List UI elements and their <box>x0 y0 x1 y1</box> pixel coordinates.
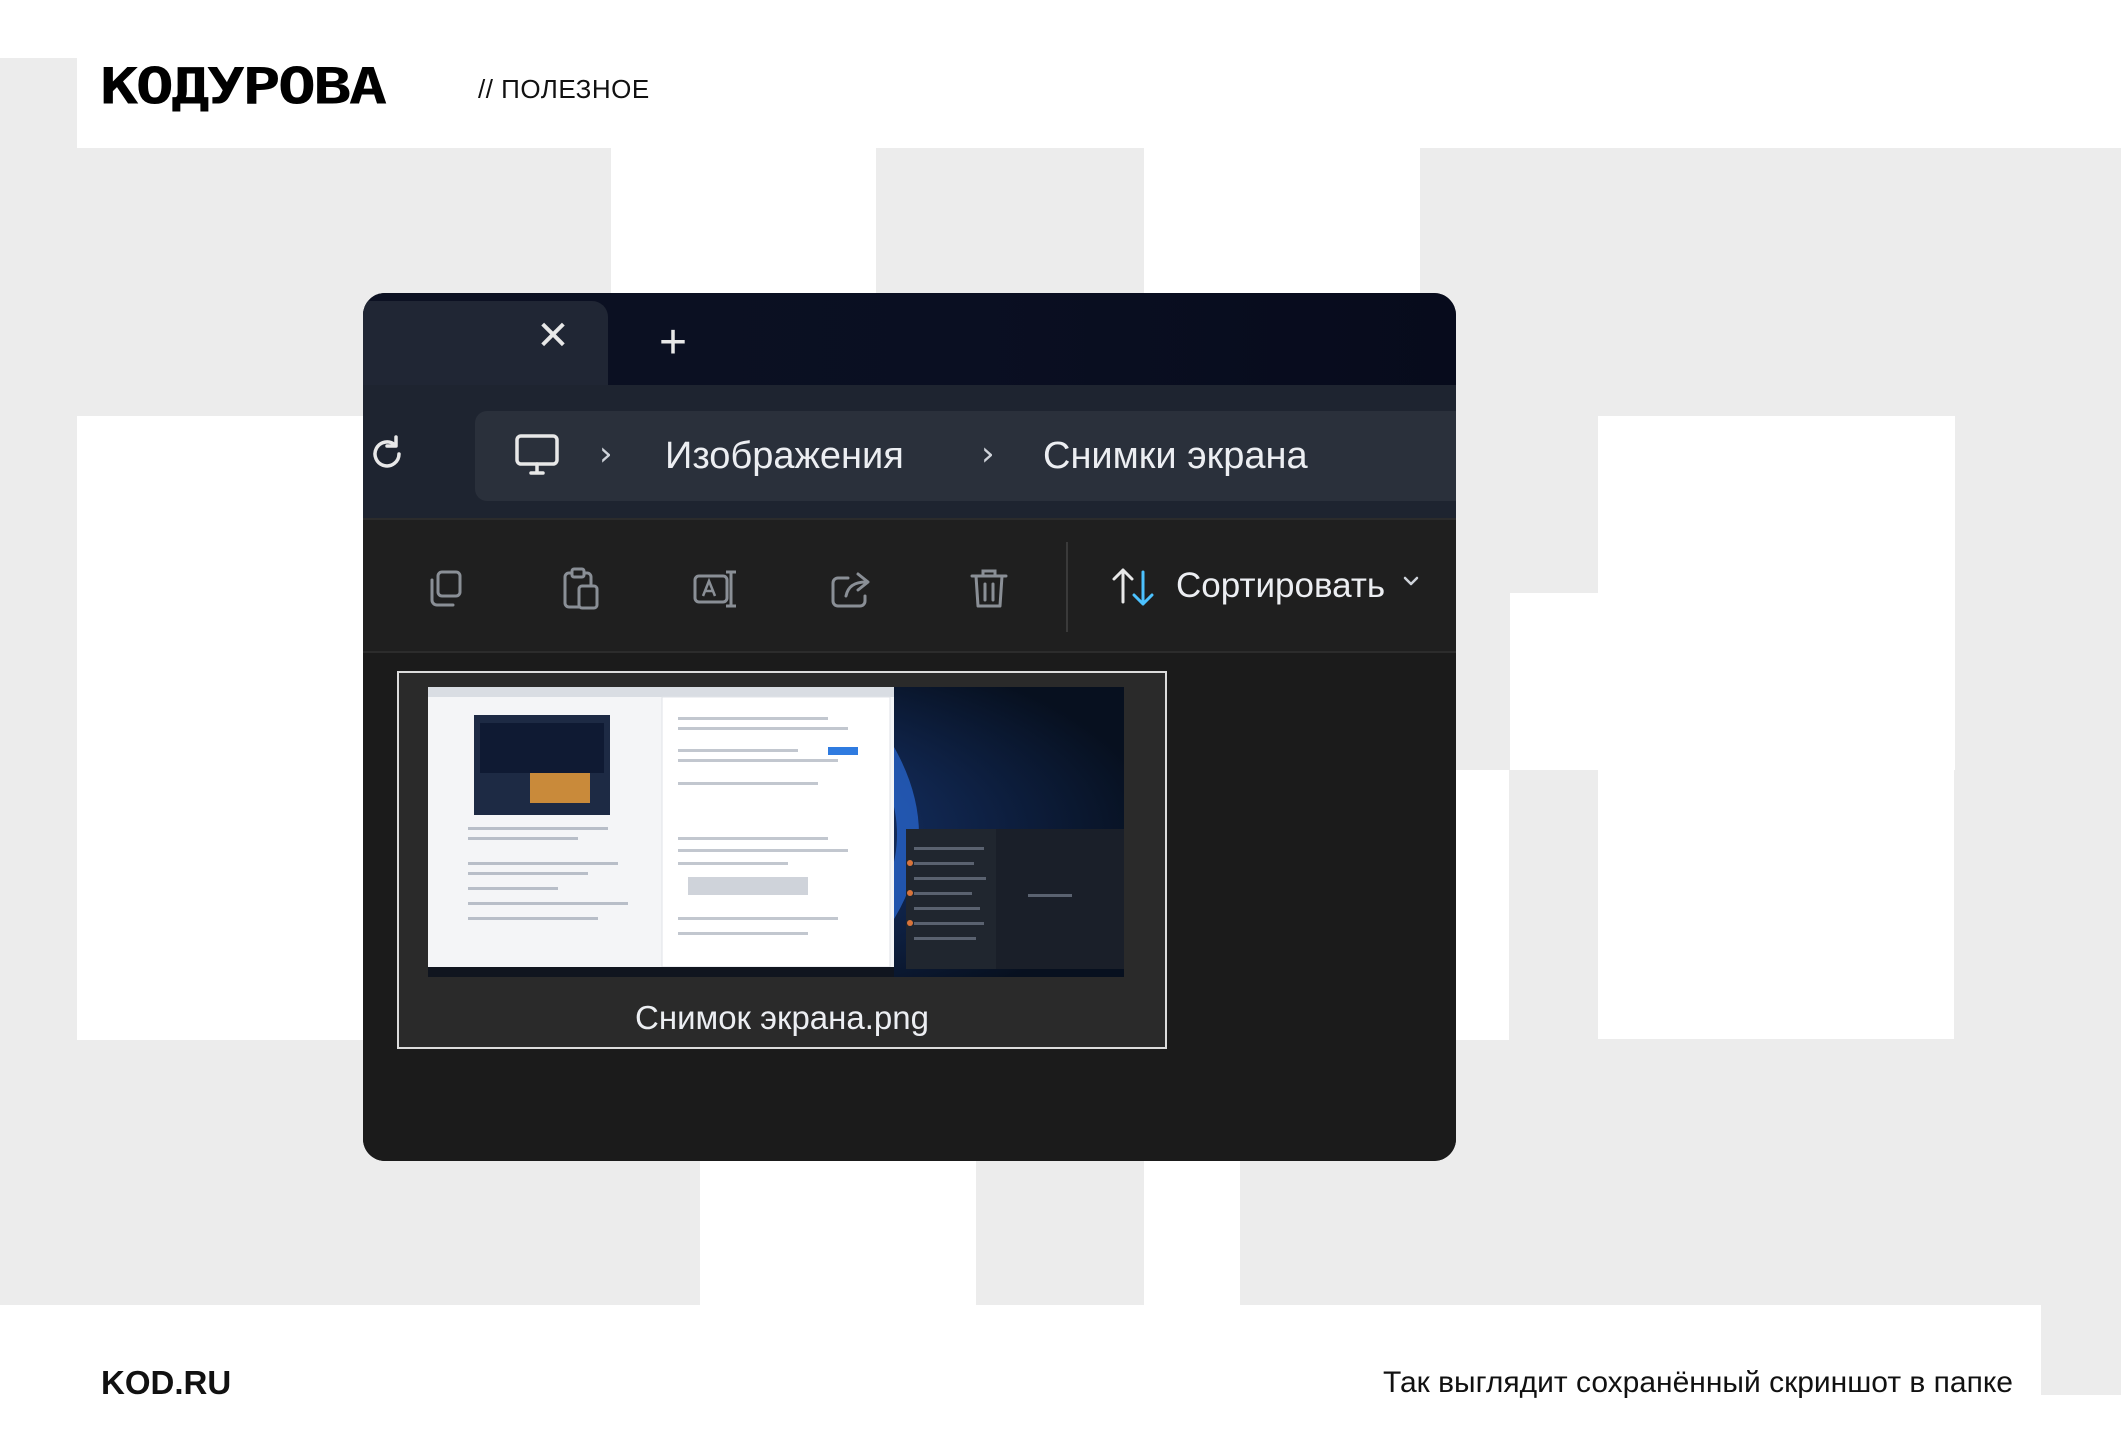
background-pattern-gap <box>1144 1161 1240 1305</box>
file-list: Снимок экрана.png <box>363 653 1456 1161</box>
breadcrumb-item-screenshots[interactable]: Снимки экрана <box>1043 433 1308 479</box>
file-name: Снимок экрана.png <box>635 999 929 1036</box>
share-icon[interactable] <box>826 564 876 614</box>
background-pattern-gap <box>611 148 876 293</box>
background-pattern-gap <box>700 1161 976 1305</box>
background-pattern-gap <box>166 416 363 1039</box>
chevron-right-icon: › <box>981 434 995 474</box>
site-logo[interactable]: КОДУРОВА <box>100 62 387 112</box>
breadcrumb[interactable]: › Изображения › Снимки экрана <box>475 411 1456 501</box>
chevron-down-icon <box>1400 570 1422 592</box>
background-pattern <box>2041 1305 2121 1395</box>
background-pattern-gap <box>1144 148 1420 293</box>
toolbar-divider <box>1066 542 1068 632</box>
site-url[interactable]: KOD.RU <box>101 1364 231 1402</box>
breadcrumb-item-images[interactable]: Изображения <box>665 433 904 479</box>
delete-icon[interactable] <box>964 564 1014 614</box>
section-tag: // ПОЛЕЗНОЕ <box>478 74 650 104</box>
header-band <box>0 0 2121 58</box>
background-pattern <box>1955 148 2121 1393</box>
close-icon[interactable]: ✕ <box>528 311 578 361</box>
command-bar: Сортировать <box>363 518 1456 653</box>
file-explorer-window: ✕ + › Изображения › Снимки экрана Сортир… <box>363 293 1456 1161</box>
refresh-icon[interactable] <box>366 433 408 475</box>
monitor-icon[interactable] <box>513 431 561 479</box>
sort-icon <box>1108 562 1158 612</box>
plus-icon[interactable]: + <box>643 313 703 373</box>
sort-label: Сортировать <box>1176 566 1386 605</box>
explorer-tab[interactable]: ✕ <box>363 301 608 385</box>
background-pattern-gap <box>1598 416 1954 1039</box>
background-pattern-gap <box>1510 593 1598 770</box>
image-caption: Так выглядит сохранённый скриншот в папк… <box>1383 1366 2013 1399</box>
paste-icon[interactable] <box>555 564 605 614</box>
chevron-right-icon: › <box>599 434 613 474</box>
rename-icon[interactable] <box>691 564 741 614</box>
file-item[interactable]: Снимок экрана.png <box>397 671 1167 1049</box>
file-thumbnail <box>428 687 1124 977</box>
title-bar: ✕ + <box>363 293 1456 385</box>
copy-icon[interactable] <box>420 564 470 614</box>
